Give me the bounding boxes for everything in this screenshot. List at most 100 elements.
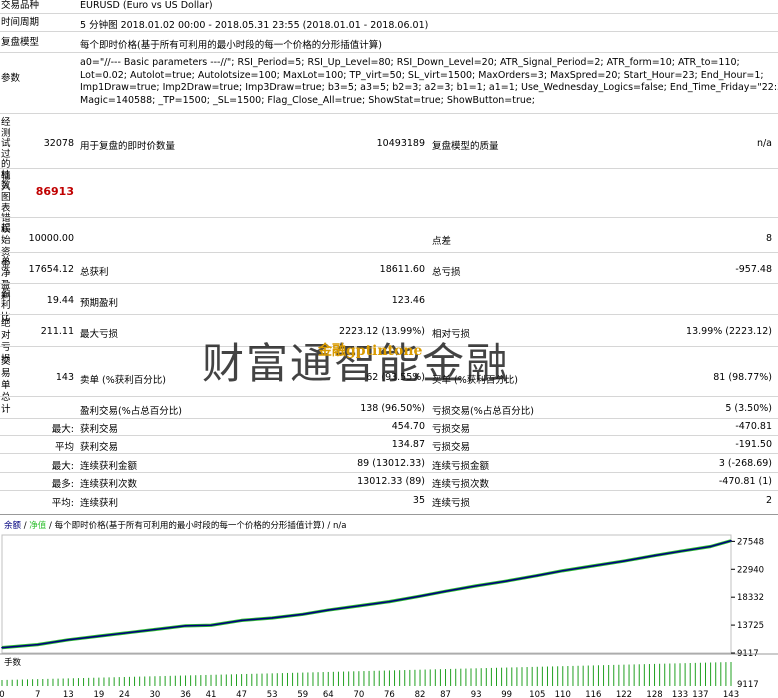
max-cons-prefix: 最大: — [51, 461, 74, 472]
max-cons-profit-label: 连续获利次数 — [80, 479, 138, 490]
deposit-value: 10000.00 — [28, 233, 74, 244]
x-tick-label: 137 — [692, 690, 708, 698]
x-tick-label: 133 — [672, 690, 688, 698]
x-tick-label: 143 — [723, 690, 739, 698]
balance-point — [561, 569, 564, 572]
balance-point — [358, 605, 360, 607]
max-cons-wins-value: 89 (13012.33) — [357, 458, 425, 469]
spread-label: 点差 — [432, 236, 452, 247]
largest-loss-label: 亏损交易 — [432, 424, 471, 435]
balance-point — [444, 590, 447, 593]
balance-point — [623, 560, 625, 562]
balance-point — [123, 632, 126, 634]
x-tick-label: 93 — [471, 690, 482, 698]
x-tick-label: 64 — [323, 690, 334, 698]
x-tick-label: 82 — [415, 690, 426, 698]
balance-point — [240, 619, 243, 622]
profit-factor-value: 19.44 — [46, 295, 74, 306]
avg-cons-prefix: 平均: — [51, 498, 74, 509]
params-line: Magic=140588; _TP=1500; _SL=1500; Flag_C… — [80, 94, 535, 106]
params-label: 参数 — [1, 73, 21, 84]
model-label: 复盘模型 — [1, 37, 40, 48]
x-tick-label: 36 — [180, 690, 191, 698]
max-drawdown-label: 最大亏损 — [80, 329, 119, 340]
loss-trades-label: 亏损交易(%占总百分比) — [432, 406, 534, 417]
balance-point — [301, 613, 304, 616]
volume-label: 手数 — [4, 657, 22, 668]
long-value: 81 (98.77%) — [713, 372, 772, 383]
bars-value: 32078 — [43, 138, 74, 149]
net-profit-value: 17654.12 — [28, 264, 74, 275]
x-tick-label: 122 — [616, 690, 632, 698]
x-tick-label: 76 — [384, 690, 395, 698]
expected-payoff-label: 预期盈利 — [80, 298, 119, 309]
params-line: Imp1Draw=true; Imp2Draw=true; Imp3Draw=t… — [80, 82, 778, 93]
avg-cons-losses-value: 2 — [765, 495, 772, 506]
y-tick-label: 27548 — [737, 537, 764, 547]
chart-svg: 9117 13725 18332 22940 27548 手数 0 7 13 19 24 30 36 41… — [0, 534, 778, 698]
balance-point — [709, 545, 712, 548]
avg-cons-wins-value: 35 — [412, 495, 425, 506]
balance-point — [388, 600, 391, 603]
balance-point — [36, 643, 39, 646]
x-tick-label: 30 — [150, 690, 161, 698]
ticks-value: 10493189 — [376, 138, 425, 149]
max-cons-profit-prefix: 最多: — [51, 479, 74, 490]
balance-point — [653, 554, 656, 557]
balance-chart: 余额 / 净值 / 每个即时价格(基于所有可利用的最小时段的每一个价格的分形插值… — [0, 514, 778, 698]
avg-cons-losses-label: 连续亏损 — [432, 498, 471, 509]
params-line: a0="//--- Basic parameters ---//"; RSI_P… — [80, 57, 740, 68]
x-tick-label: 59 — [297, 690, 308, 698]
profit-trades-value: 138 (96.50%) — [360, 403, 425, 414]
max-cons-losses-value: 3 (-268.69) — [718, 458, 772, 469]
avg-profit-label: 获利交易 — [80, 442, 119, 453]
equity-line — [1, 539, 732, 650]
x-tick-label: 7 — [35, 690, 40, 698]
quality-value: n/a — [756, 138, 772, 149]
max-cons-losses-label: 连续亏损金额 — [432, 461, 490, 472]
x-tick-label: 19 — [93, 690, 104, 698]
x-tick-label: 70 — [353, 690, 364, 698]
balance-line — [1, 539, 732, 649]
gross-profit-label: 总获利 — [80, 267, 109, 278]
errors-value: 86913 — [35, 185, 74, 198]
model-value: 每个即时价格(基于所有可利用的最小时段的每一个价格的分形插值计算) — [80, 40, 382, 51]
avg-cons-wins-label: 连续获利 — [80, 498, 119, 509]
ticks-label: 用于复盘的即时价数量 — [80, 141, 176, 152]
balance-point — [67, 638, 70, 641]
balance-point — [327, 609, 330, 611]
period-value: 5 分钟图 2018.01.02 00:00 - 2018.05.31 23:5… — [80, 20, 429, 31]
max-cons-loss-label: 连续亏损次数 — [432, 479, 490, 490]
loss-trades-value: 5 (3.50%) — [725, 403, 772, 414]
largest-loss-value: -470.81 — [735, 421, 772, 432]
balance-point — [271, 617, 273, 619]
x-tick-label: 0 — [0, 690, 5, 698]
symbol-value: EURUSD (Euro vs US Dollar) — [80, 0, 213, 11]
expected-payoff-value: 123.46 — [391, 295, 425, 306]
max-cons-loss-value: -470.81 (1) — [718, 476, 772, 487]
balance-point — [184, 625, 187, 627]
gross-profit-value: 18611.60 — [379, 264, 425, 275]
avg-profit-value: 134.87 — [391, 439, 425, 450]
x-tick-label: 24 — [119, 690, 130, 698]
y-tick-label: 13725 — [737, 621, 764, 631]
total-trades-value: 143 — [55, 372, 74, 383]
params-line: Lot=0.02; Autolot=true; Autolotsize=100;… — [80, 69, 764, 81]
balance-point — [679, 550, 681, 553]
max-cons-profit-value: 13012.33 (89) — [357, 476, 425, 487]
period-label: 时间周期 — [1, 17, 40, 28]
total-trades-label: 交易单总计 — [1, 356, 11, 415]
avg-prefix: 平均 — [54, 442, 74, 453]
symbol-label: 交易品种 — [1, 0, 40, 11]
quality-label: 复盘模型的质量 — [432, 141, 499, 152]
x-tick-label: 13 — [63, 690, 74, 698]
x-tick-label: 116 — [585, 690, 601, 698]
balance-point — [98, 635, 100, 637]
x-tick-label: 128 — [646, 690, 662, 698]
avg-loss-label: 亏损交易 — [432, 442, 471, 453]
balance-point — [154, 628, 156, 631]
balance-point — [505, 580, 508, 582]
short-label: 卖单 (%获利百分比) — [80, 375, 166, 386]
balance-point — [592, 565, 595, 567]
x-tick-label: 99 — [501, 690, 512, 698]
